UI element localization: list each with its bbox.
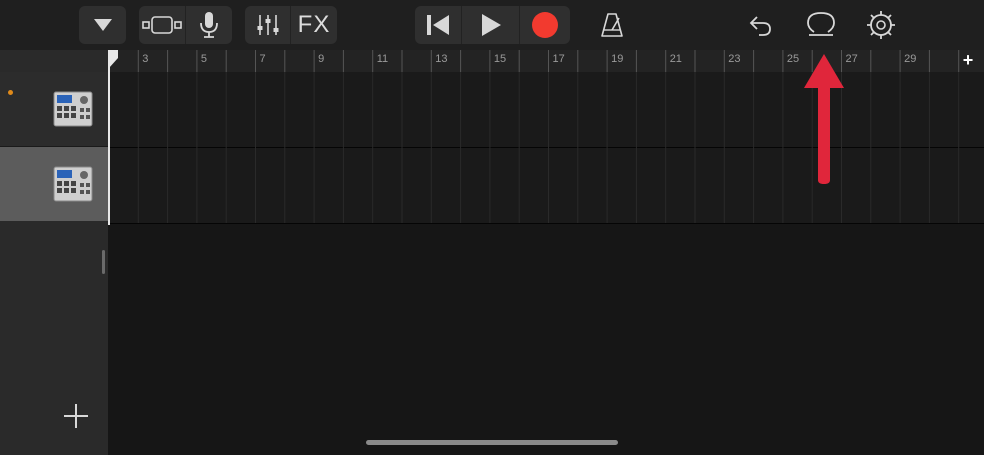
fx-button[interactable]: FX — [290, 6, 337, 44]
playhead-handle[interactable] — [108, 50, 120, 70]
metronome-button[interactable] — [592, 6, 632, 44]
control-bar: FX — [0, 0, 984, 50]
view-group — [139, 6, 232, 44]
mixer-button[interactable] — [245, 6, 290, 44]
browser-toggle-button[interactable] — [79, 6, 126, 44]
drum-machine-icon — [53, 91, 93, 127]
bar-number: 17 — [553, 53, 565, 65]
bar-number: 25 — [787, 53, 799, 65]
track-lane-2[interactable] — [108, 148, 984, 223]
rewind-button[interactable] — [415, 6, 461, 44]
play-button[interactable] — [461, 6, 518, 44]
annotation-arrow — [804, 54, 844, 184]
bar-number: 19 — [611, 53, 623, 65]
track-headers — [0, 50, 108, 455]
add-section-button[interactable]: + — [960, 51, 976, 69]
triangle-down-icon — [93, 19, 112, 31]
undo-icon — [749, 16, 771, 36]
transport-group — [415, 6, 570, 44]
track-lane-1[interactable] — [108, 72, 984, 147]
add-track-button[interactable] — [62, 402, 90, 430]
record-icon — [531, 12, 558, 38]
bar-number: 21 — [670, 53, 682, 65]
bar-number: 27 — [846, 53, 858, 65]
record-button[interactable] — [518, 6, 570, 44]
skip-back-icon — [427, 15, 450, 35]
track-activity-dot — [8, 90, 13, 95]
settings-button[interactable] — [861, 6, 901, 44]
track-header-2[interactable] — [0, 147, 108, 221]
track-header-1[interactable] — [0, 72, 108, 147]
mix-group: FX — [245, 6, 337, 44]
gear-icon — [867, 11, 895, 39]
home-indicator[interactable] — [366, 440, 618, 445]
playhead[interactable] — [108, 50, 110, 225]
tracks-view-icon — [142, 16, 182, 34]
undo-button[interactable] — [740, 6, 780, 44]
browser-group — [79, 6, 126, 44]
play-icon — [481, 14, 501, 36]
drum-machine-icon — [53, 166, 93, 202]
bar-number: 9 — [318, 53, 324, 65]
loop-browser-button[interactable] — [801, 6, 841, 44]
microphone-button[interactable] — [185, 6, 232, 44]
mixer-sliders-icon — [257, 15, 278, 35]
bar-number: 7 — [260, 53, 266, 65]
loop-icon — [807, 12, 835, 36]
bar-number: 29 — [904, 53, 916, 65]
metronome-icon — [601, 13, 623, 37]
microphone-icon — [200, 12, 218, 38]
bar-number: 13 — [435, 53, 447, 65]
track-view-button[interactable] — [139, 6, 185, 44]
bar-number: 23 — [728, 53, 740, 65]
bar-number: 5 — [201, 53, 207, 65]
timeline-ruler[interactable]: 3 5 7 9 11 13 15 17 19 21 23 25 27 29 — [108, 50, 984, 72]
header-resize-handle[interactable] — [102, 250, 105, 274]
track-area[interactable] — [108, 72, 984, 455]
bar-number: 15 — [494, 53, 506, 65]
bar-number: 3 — [142, 53, 148, 65]
bar-number: 11 — [377, 53, 388, 65]
